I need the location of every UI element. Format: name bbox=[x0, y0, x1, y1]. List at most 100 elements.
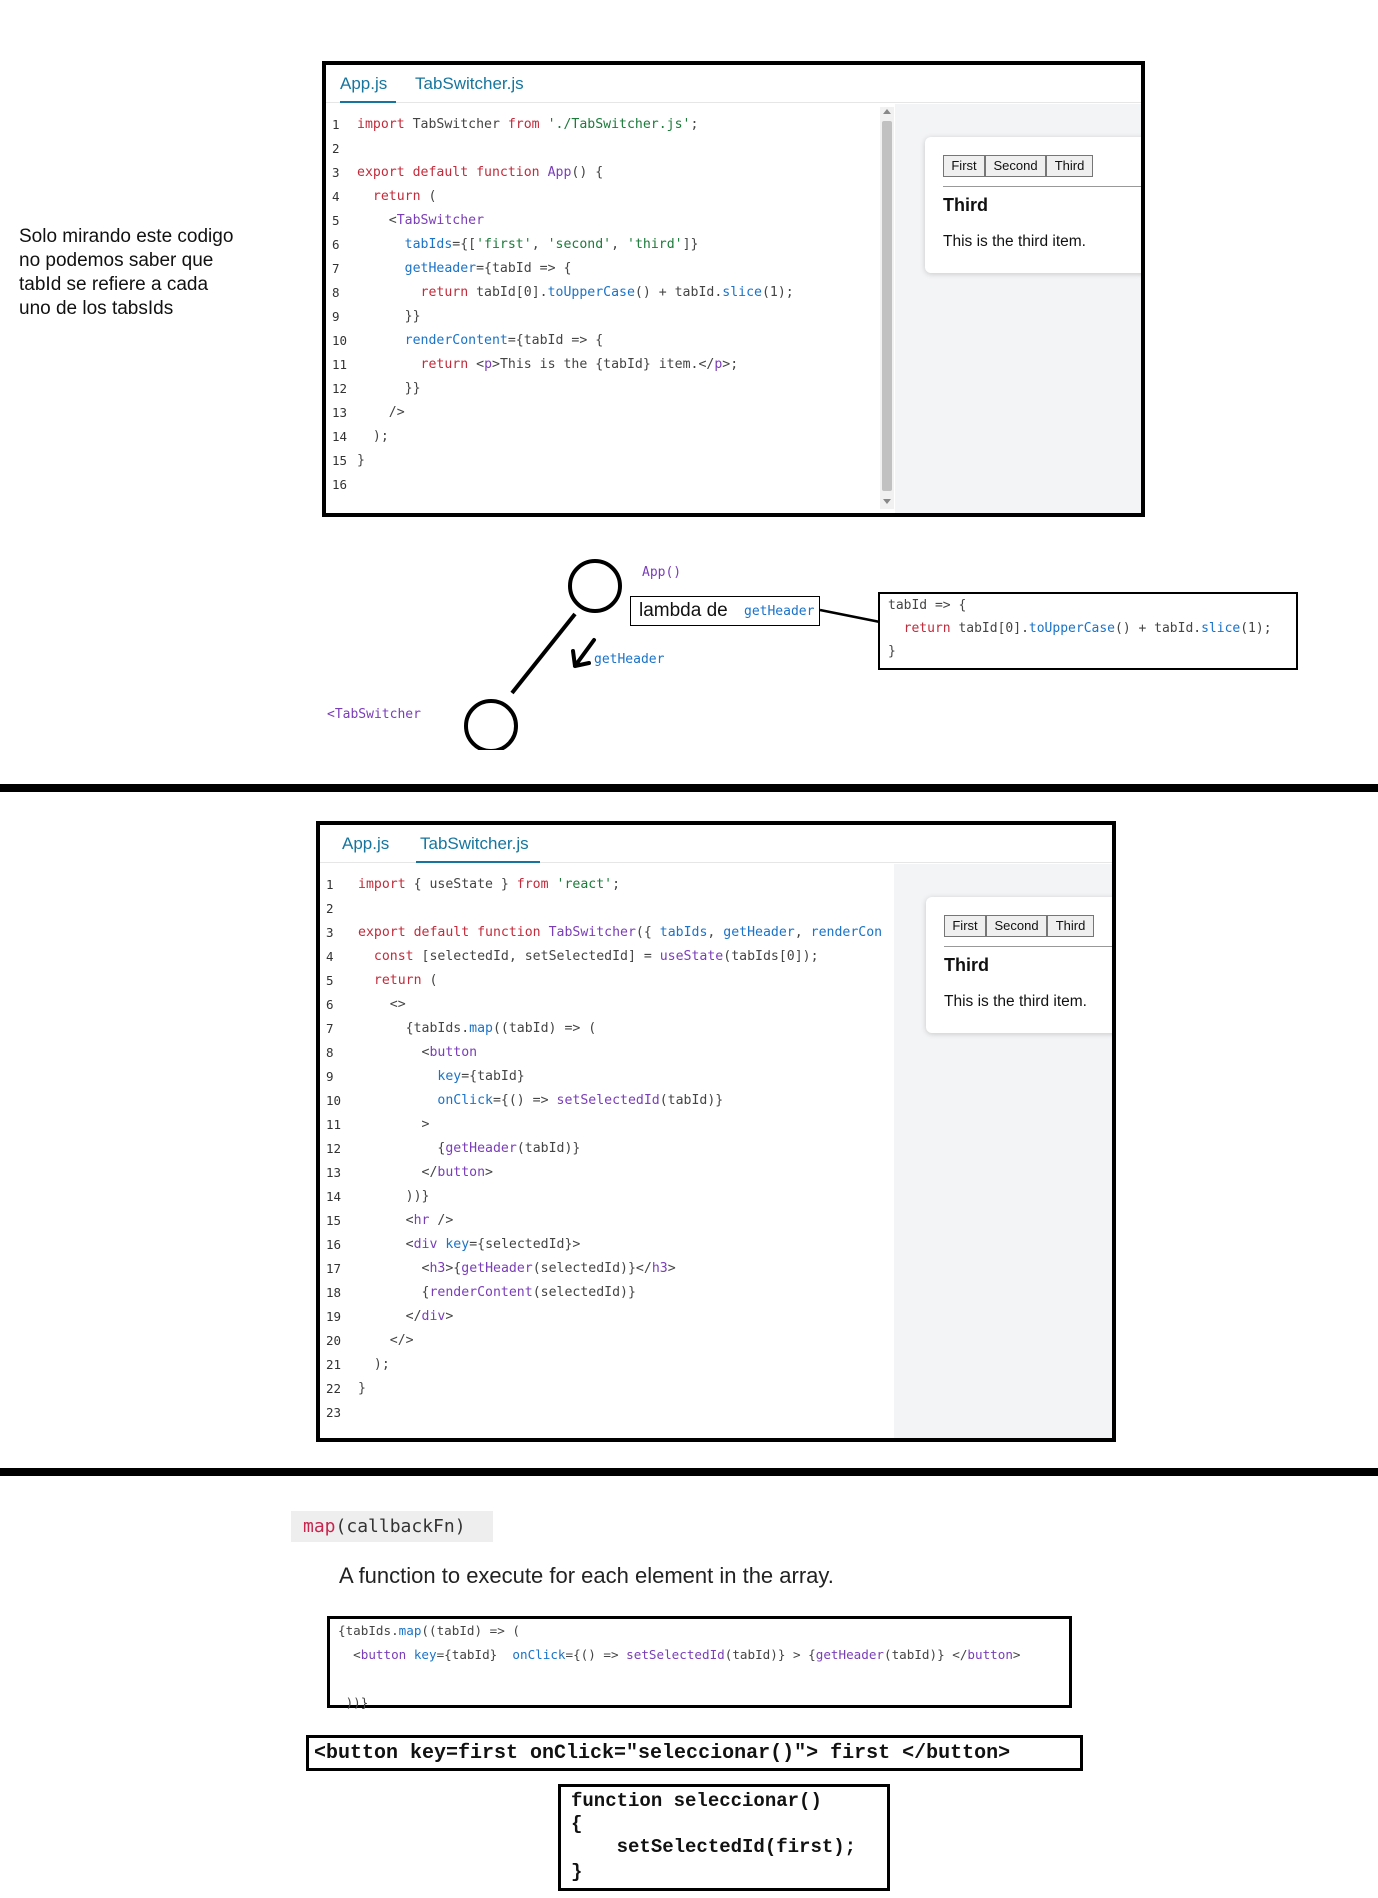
scroll-up-arrow-icon[interactable] bbox=[883, 109, 891, 114]
line-number: 12 bbox=[332, 381, 348, 396]
line-number: 10 bbox=[326, 1093, 342, 1108]
code-token: < bbox=[468, 357, 485, 372]
code-token: }} bbox=[357, 381, 421, 396]
code-token: button bbox=[967, 1647, 1013, 1662]
code-token: [selectedId, setSelectedId] = bbox=[413, 949, 660, 964]
code-line: </button> bbox=[358, 1161, 493, 1185]
code-token: </ bbox=[358, 1165, 438, 1180]
tab-tabswitcher-js[interactable]: TabSwitcher.js bbox=[415, 65, 535, 103]
preview-button-third[interactable]: Third bbox=[1046, 155, 1093, 177]
line-number: 12 bbox=[326, 1141, 342, 1156]
code-token: getHeader bbox=[404, 261, 477, 276]
code-line: > bbox=[358, 1113, 430, 1137]
preview-heading: Third bbox=[944, 955, 989, 975]
code-token: tabId[0]. bbox=[468, 285, 548, 300]
code-token: ((tabId) => ( bbox=[492, 1021, 597, 1036]
code-token: { bbox=[358, 1141, 446, 1156]
code-token: () + tabId. bbox=[634, 285, 723, 300]
code-token: toUpperCase bbox=[1028, 621, 1115, 636]
tabswitcher-node-circle bbox=[464, 699, 518, 750]
preview-button-first[interactable]: First bbox=[944, 915, 986, 937]
code-token: (tabId)} </ bbox=[884, 1647, 968, 1662]
code-token: return bbox=[420, 357, 469, 372]
code-line: <button bbox=[358, 1041, 478, 1065]
tab-tabswitcher-js[interactable]: TabSwitcher.js bbox=[416, 825, 540, 863]
code-line: return tabId[0].toUpperCase() + tabId.sl… bbox=[357, 281, 794, 305]
code-token: , bbox=[707, 925, 724, 940]
line-number: 7 bbox=[326, 1021, 334, 1036]
signature-args: (callbackFn) bbox=[335, 1516, 466, 1537]
scrollbar-thumb[interactable] bbox=[882, 121, 892, 491]
line-number: 4 bbox=[332, 189, 340, 204]
code-token: div bbox=[421, 1309, 446, 1324]
code-line: <h3>{getHeader(selectedId)}</h3> bbox=[358, 1257, 676, 1281]
line-number: 3 bbox=[326, 925, 334, 940]
code-token: renderContent bbox=[404, 333, 508, 348]
code-line: <hr /> bbox=[358, 1209, 454, 1233]
code-line: } bbox=[358, 1377, 366, 1401]
scroll-down-arrow-icon[interactable] bbox=[883, 499, 891, 504]
code-token: map bbox=[469, 1021, 493, 1036]
code-token: ; bbox=[690, 117, 699, 132]
code-token: ( bbox=[420, 189, 437, 204]
code-token: </ bbox=[358, 1309, 422, 1324]
code-token: export default function bbox=[358, 925, 541, 940]
function-example-line: { bbox=[571, 1813, 583, 1835]
code-editor[interactable]: 1 import { useState } from 'react'; 2 3 expo… bbox=[320, 864, 894, 1438]
code-token: >This is the {tabId} item.</ bbox=[492, 357, 715, 372]
code-token: './TabSwitcher.js' bbox=[547, 117, 691, 132]
preview-pane: First Second Third Third This is the thi… bbox=[895, 104, 1141, 513]
code-token: , bbox=[531, 237, 548, 252]
line-number: 23 bbox=[326, 1405, 342, 1420]
preview-heading: Third bbox=[943, 195, 988, 215]
code-line: ))} bbox=[358, 1185, 430, 1209]
code-token: {tabIds. bbox=[338, 1623, 399, 1638]
code-token: { bbox=[358, 1285, 430, 1300]
line-number: 6 bbox=[326, 997, 334, 1012]
side-note-line: Solo mirando este codigo bbox=[19, 226, 234, 247]
file-tabs: App.js TabSwitcher.js bbox=[320, 825, 1112, 863]
line-number: 21 bbox=[326, 1357, 342, 1372]
code-token: return bbox=[903, 621, 951, 636]
code-token: toUpperCase bbox=[547, 285, 635, 300]
section-divider bbox=[0, 784, 1378, 792]
code-token: ))} bbox=[358, 1189, 430, 1204]
code-token: >; bbox=[722, 357, 739, 372]
code-token: < bbox=[358, 1261, 430, 1276]
code-token: ={() => bbox=[492, 1093, 557, 1108]
tab-app-js[interactable]: App.js bbox=[340, 65, 396, 103]
code-token: div bbox=[413, 1237, 438, 1252]
file-tabs: App.js TabSwitcher.js bbox=[326, 65, 1141, 103]
code-line: ); bbox=[357, 425, 389, 449]
code-token: ={tabId} bbox=[436, 1647, 513, 1662]
code-token: h3 bbox=[429, 1261, 446, 1276]
code-line: <button key={tabId} onClick={() => setSe… bbox=[338, 1643, 1020, 1667]
code-token: {tabIds. bbox=[358, 1021, 470, 1036]
editor-scrollbar[interactable] bbox=[880, 107, 894, 509]
line-number: 9 bbox=[332, 309, 340, 324]
preview-button-third[interactable]: Third bbox=[1047, 915, 1094, 937]
code-token: < bbox=[358, 1213, 414, 1228]
preview-content: This is the third item. bbox=[943, 233, 1086, 250]
preview-card: First Second Third Third This is the thi… bbox=[925, 137, 1141, 273]
code-token: ={tabId} bbox=[461, 1069, 525, 1084]
code-token: p bbox=[484, 357, 493, 372]
preview-button-second[interactable]: Second bbox=[986, 915, 1047, 937]
preview-button-first[interactable]: First bbox=[943, 155, 985, 177]
line-number: 6 bbox=[332, 237, 340, 252]
code-line: ))} bbox=[338, 1691, 369, 1715]
code-token: <> bbox=[358, 997, 406, 1012]
code-token: ={tabId => { bbox=[507, 333, 604, 348]
code-token: setSelectedId bbox=[626, 1647, 725, 1662]
side-note-line: uno de los tabsIds bbox=[19, 298, 174, 319]
code-token: TabSwitcher bbox=[396, 213, 485, 228]
preview-button-second[interactable]: Second bbox=[985, 155, 1046, 177]
code-line: key={tabId} bbox=[358, 1065, 525, 1089]
code-token: ))} bbox=[338, 1695, 369, 1710]
tab-app-js[interactable]: App.js bbox=[342, 825, 398, 863]
code-editor[interactable]: 1 import TabSwitcher from './TabSwitcher.… bbox=[326, 104, 886, 513]
